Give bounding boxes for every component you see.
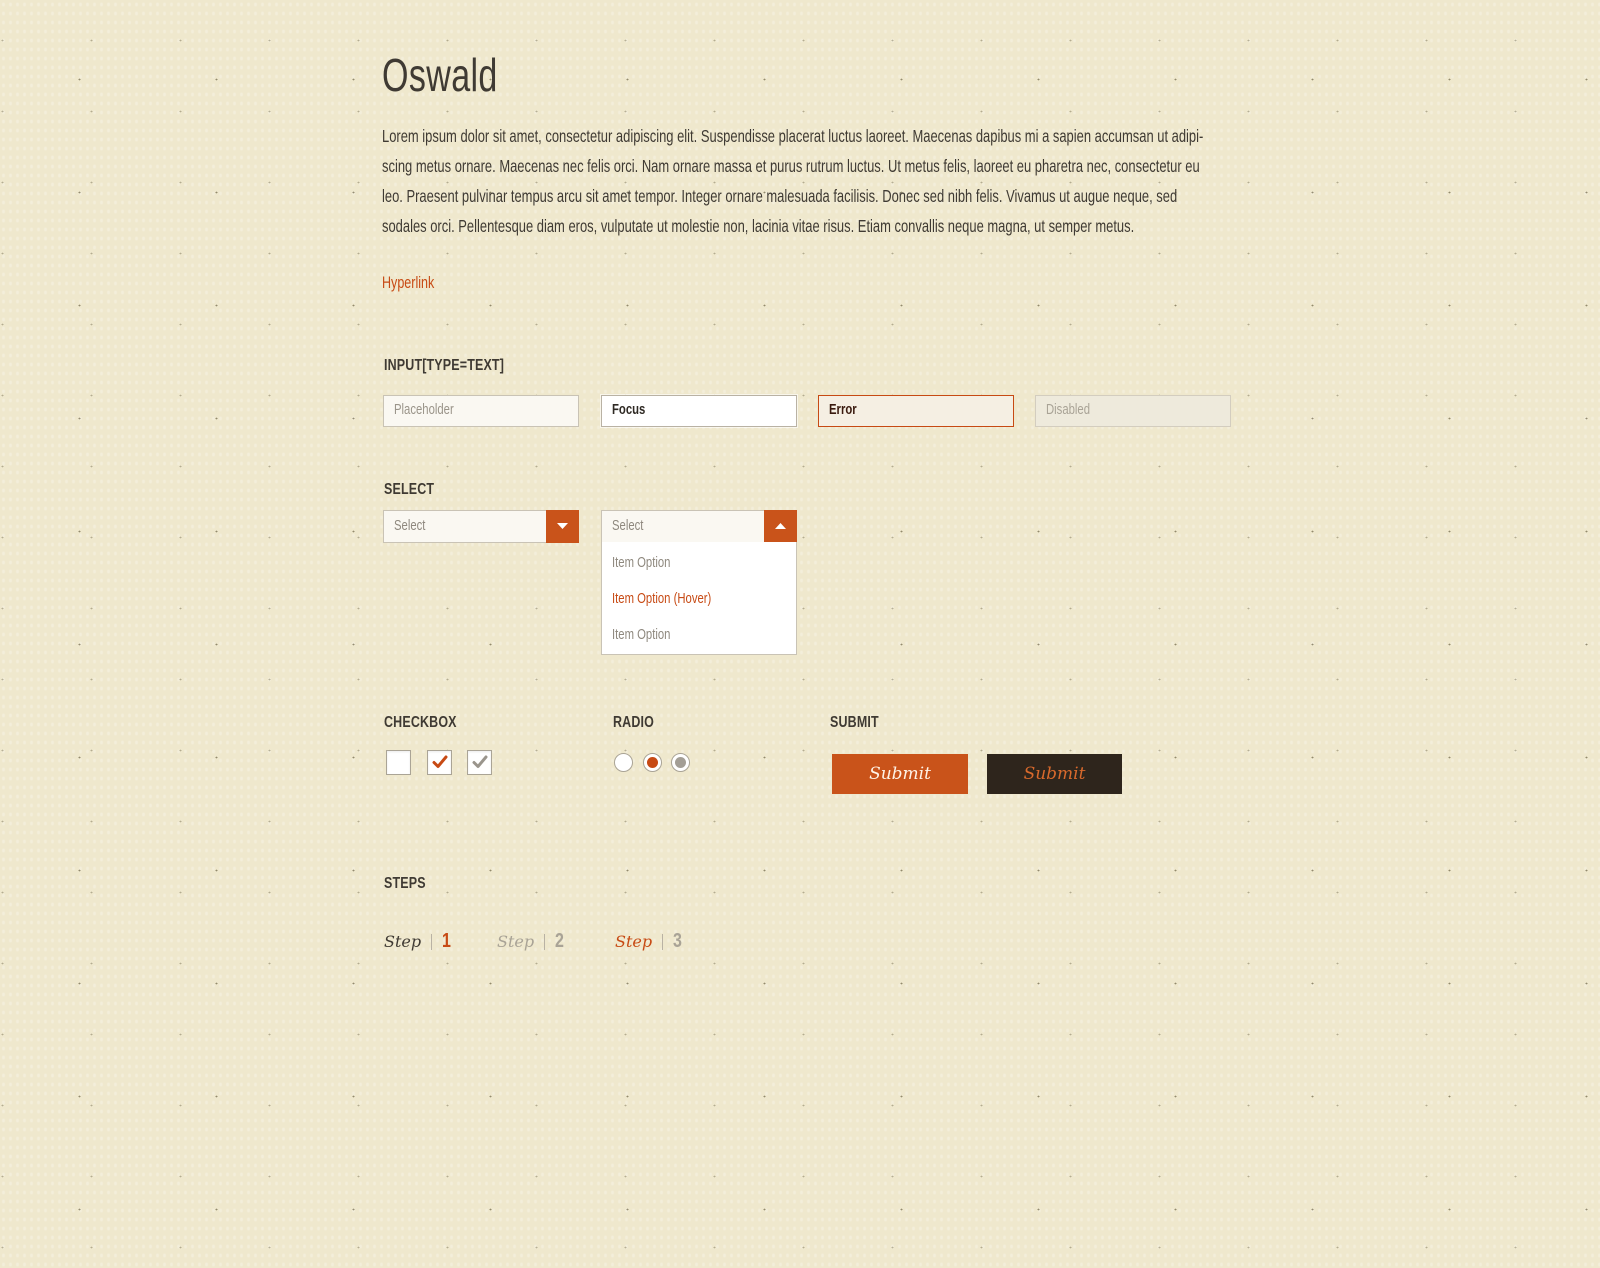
select-open-toggle[interactable] [764,510,797,543]
select-closed[interactable]: Select [383,510,579,543]
step-divider [431,933,433,950]
text-input-disabled-value: Disabled [1046,402,1091,418]
step-divider [544,933,546,950]
select-section-label: SELECT [384,481,435,498]
caret-down-icon [557,523,568,529]
steps-section-label: STEPS [384,875,426,892]
caret-up-icon [775,523,786,529]
radio-disabled-dot [675,757,686,768]
text-input-focus[interactable]: Focus [601,395,797,427]
checkbox-unchecked[interactable] [386,750,411,775]
radio-section-label: RADIO [613,714,654,731]
radio-selected[interactable] [643,753,662,772]
step-number: 2 [555,930,565,952]
select-option[interactable]: Item Option [612,555,670,571]
select-option-hover[interactable]: Item Option (Hover) [612,591,711,607]
checkmark-icon [432,755,448,768]
radio-selected-disabled [671,753,690,772]
page-title: Oswald [382,49,498,101]
step-item-1[interactable]: Step 1 [384,930,453,960]
text-input-error-value: Error [829,402,857,418]
text-input-focus-value: Focus [612,402,646,418]
style-guide-page: Oswald Lorem ipsum dolor sit amet, conse… [0,0,1600,1268]
step-item-2[interactable]: Step 2 [497,930,566,960]
lead-paragraph: Lorem ipsum dolor sit amet, consectetur … [382,126,1204,236]
step-item-3[interactable]: Step 3 [615,930,684,960]
select-open-value: Select [612,518,644,534]
text-input-error[interactable]: Error [818,395,1014,427]
checkmark-icon [472,755,488,768]
step-number: 3 [673,930,683,952]
text-input-placeholder-text: Placeholder [394,402,454,418]
text-input-placeholder[interactable]: Placeholder [383,395,579,427]
submit-button-primary[interactable]: Submit [832,754,968,794]
submit-button-secondary[interactable]: Submit [987,754,1122,794]
checkbox-checked[interactable] [427,750,452,775]
inputs-section-label: INPUT[TYPE=TEXT] [384,357,505,374]
checkbox-checked-disabled [467,750,492,775]
text-input-disabled: Disabled [1035,395,1231,427]
select-open[interactable]: Select [601,510,797,543]
step-divider [662,933,664,950]
step-number: 1 [442,930,452,952]
hyperlink[interactable]: Hyperlink [382,274,434,293]
select-closed-toggle[interactable] [546,510,579,543]
checkbox-section-label: CHECKBOX [384,714,457,731]
step-word: Step [615,932,653,951]
radio-selected-dot [647,757,658,768]
select-dropdown-menu: Item Option Item Option (Hover) Item Opt… [601,542,797,655]
step-word: Step [384,932,422,951]
step-word: Step [497,932,535,951]
select-closed-value: Select [394,518,426,534]
submit-section-label: SUBMIT [830,714,879,731]
select-option[interactable]: Item Option [612,627,670,643]
radio-unselected[interactable] [614,753,633,772]
